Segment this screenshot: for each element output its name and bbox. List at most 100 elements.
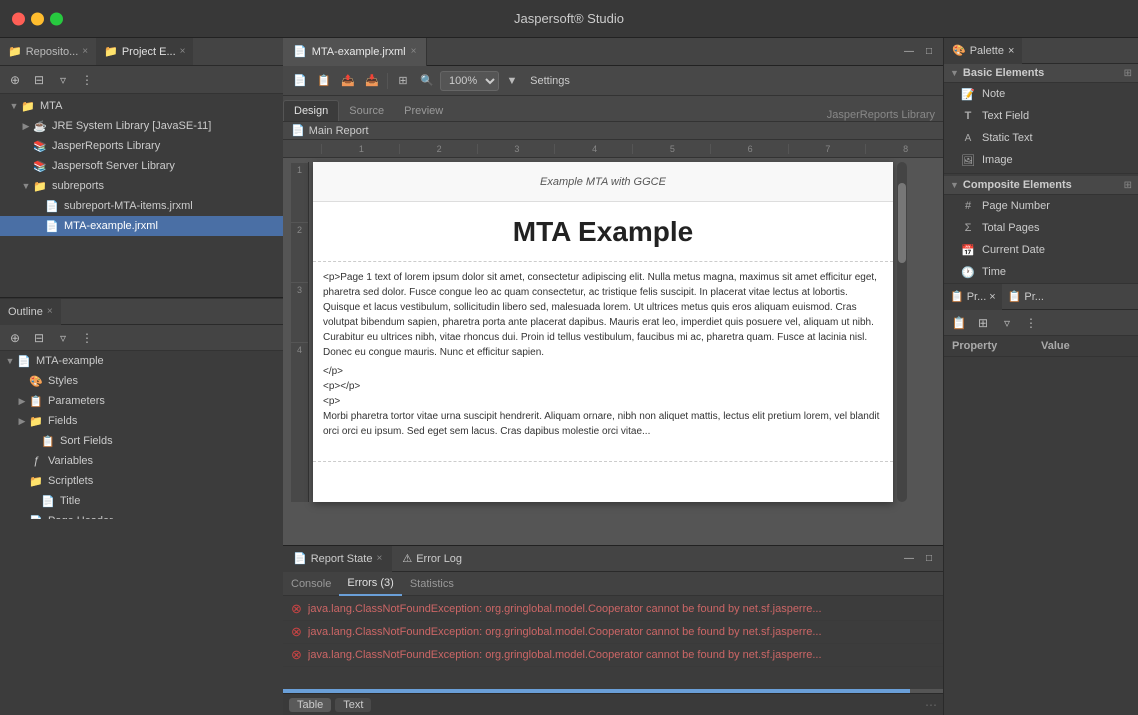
subreports-label: subreports [52, 180, 104, 192]
props-filter-btn[interactable]: ▿ [996, 312, 1018, 334]
fields-icon: 📁 [28, 413, 44, 429]
subreports-toggle: ▼ [20, 181, 32, 191]
project-label: Project E... [122, 46, 176, 58]
settings-btn[interactable]: Settings [525, 70, 575, 92]
palette-tab[interactable]: 🎨 Palette × [944, 38, 1022, 64]
tree-item-mta-example[interactable]: 📄 MTA-example.jrxml [0, 216, 283, 236]
bottom-panel: 📄 Report State × ⚠ Error Log — □ [283, 545, 943, 715]
props-toolbar: 📋 ⊞ ▿ ⋮ [944, 310, 1138, 336]
outline-filter-btn[interactable]: ▿ [52, 327, 74, 349]
outline-parameters[interactable]: ▶ 📋 Parameters [0, 391, 283, 411]
maximize-editor-btn[interactable]: □ [921, 44, 937, 60]
palette-item-total-pages[interactable]: Σ Total Pages [944, 217, 1138, 239]
editor-tab-active[interactable]: 📄 MTA-example.jrxml × [283, 38, 427, 66]
props-close-1[interactable]: × [989, 291, 995, 303]
tab-error-log[interactable]: ⚠ Error Log [392, 546, 472, 572]
parameters-icon: 📋 [28, 393, 44, 409]
minimize-editor-btn[interactable]: — [901, 44, 917, 60]
outline-more-btn[interactable]: ⋮ [76, 327, 98, 349]
zoom-dropdown-btn[interactable]: ▼ [501, 70, 523, 92]
bottom-sub-tabs-bar: Console Errors (3) Statistics [283, 572, 943, 596]
detail-text-3: <p></p> [323, 379, 883, 394]
tree-item-jaspersoft-lib[interactable]: 📚 Jaspersoft Server Library [0, 156, 283, 176]
tree-item-jasper-lib[interactable]: 📚 JasperReports Library [0, 136, 283, 156]
bottom-minimize-btn[interactable]: — [901, 551, 917, 567]
props-tab-1[interactable]: 📋 Pr... × [944, 284, 1002, 310]
traffic-light-red[interactable] [12, 12, 25, 25]
palette-close[interactable]: × [1008, 45, 1014, 57]
bottom-panel-tabs-bar: 📄 Report State × ⚠ Error Log — □ [283, 546, 943, 572]
palette-item-image[interactable]: 🖼 Image [944, 149, 1138, 171]
canvas-scrollbar[interactable] [897, 162, 907, 502]
new-btn[interactable]: ⊕ [4, 69, 26, 91]
note-icon: 📝 [960, 86, 976, 102]
jasperlib-icon: 📚 [32, 138, 48, 154]
palette-item-static-text[interactable]: A Static Text [944, 127, 1138, 149]
footer-tab-table[interactable]: Table [289, 698, 331, 712]
breadcrumb: 📄 Main Report [283, 122, 943, 140]
outline-tab[interactable]: Outline × [0, 299, 61, 325]
repo-close[interactable]: × [82, 46, 88, 57]
toolbar-btn-align[interactable]: ⊞ [392, 70, 414, 92]
editor-tab-close-btn[interactable]: × [411, 46, 417, 57]
outline-root[interactable]: ▼ 📄 MTA-example [0, 351, 283, 371]
mta-icon: 📁 [20, 98, 36, 114]
toolbar-btn-zoom-out[interactable]: 🔍 [416, 70, 438, 92]
outline-close[interactable]: × [47, 306, 53, 317]
tab-preview[interactable]: Preview [394, 101, 453, 121]
errors-label: Errors (3) [347, 577, 393, 589]
tab-report-state[interactable]: 📄 Report State × [283, 546, 392, 572]
sub-tab-console[interactable]: Console [283, 572, 339, 596]
bottom-maximize-btn[interactable]: □ [921, 551, 937, 567]
toolbar-btn-4[interactable]: 📥 [361, 70, 383, 92]
props-btn-2[interactable]: ⊞ [972, 312, 994, 334]
palette-item-note[interactable]: 📝 Note [944, 83, 1138, 105]
editor-toolbar: 📄 📋 📤 📥 ⊞ 🔍 50%75%100%125%150%200% ▼ Set… [283, 66, 943, 96]
table-label: Table [297, 699, 323, 711]
sub-tab-statistics[interactable]: Statistics [402, 572, 462, 596]
tree-item-subreports[interactable]: ▼ 📁 subreports [0, 176, 283, 196]
outline-sort-fields[interactable]: 📋 Sort Fields [0, 431, 283, 451]
tab-project-explorer[interactable]: 📁 Project E... × [96, 38, 193, 65]
props-panel: 📋 Pr... × 📋 Pr... 📋 ⊞ ▿ ⋮ Property Value [944, 283, 1138, 715]
detail-text-5: Morbi pharetra tortor vitae urna suscipi… [323, 409, 883, 439]
outline-new-btn[interactable]: ⊕ [4, 327, 26, 349]
props-tab-2[interactable]: 📋 Pr... [1002, 284, 1050, 310]
zoom-select[interactable]: 50%75%100%125%150%200% [440, 71, 499, 91]
tree-item-subreport-mta[interactable]: 📄 subreport-MTA-items.jrxml [0, 196, 283, 216]
outline-collapse-btn[interactable]: ⊟ [28, 327, 50, 349]
filter-btn[interactable]: ▿ [52, 69, 74, 91]
palette-item-text-field[interactable]: T Text Field [944, 105, 1138, 127]
traffic-light-green[interactable] [50, 12, 63, 25]
outline-variables[interactable]: ƒ Variables [0, 451, 283, 471]
tree-item-jre[interactable]: ▶ ☕ JRE System Library [JavaSE-11] [0, 116, 283, 136]
palette-item-time[interactable]: 🕐 Time [944, 261, 1138, 283]
sub-tab-errors[interactable]: Errors (3) [339, 572, 401, 596]
tab-repositories[interactable]: 📁 Reposito... × [0, 38, 96, 65]
footer-tab-text[interactable]: Text [335, 698, 371, 712]
report-state-close[interactable]: × [376, 553, 382, 564]
tab-source[interactable]: Source [339, 101, 394, 121]
palette-basic-header[interactable]: ▼ Basic Elements ⊞ [944, 64, 1138, 83]
more-btn[interactable]: ⋮ [76, 69, 98, 91]
props-more-btn[interactable]: ⋮ [1020, 312, 1042, 334]
tab-design[interactable]: Design [283, 100, 339, 121]
outline-page-header[interactable]: 📄 Page Header [0, 511, 283, 519]
tree-root-mta[interactable]: ▼ 📁 MTA [0, 96, 283, 116]
bottom-panel-controls: — □ [901, 551, 943, 567]
outline-fields[interactable]: ▶ 📁 Fields [0, 411, 283, 431]
collapse-btn[interactable]: ⊟ [28, 69, 50, 91]
canvas-wrapper[interactable]: 1 2 3 4 5 6 7 8 1 2 3 4 [283, 140, 943, 545]
toolbar-btn-3[interactable]: 📤 [337, 70, 359, 92]
palette-item-page-number[interactable]: # Page Number [944, 195, 1138, 217]
palette-composite-header[interactable]: ▼ Composite Elements ⊞ [944, 176, 1138, 195]
project-close[interactable]: × [180, 46, 186, 57]
toolbar-btn-1[interactable]: 📄 [289, 70, 311, 92]
palette-item-current-date[interactable]: 📅 Current Date [944, 239, 1138, 261]
outline-styles[interactable]: 🎨 Styles [0, 371, 283, 391]
outline-scriptlets[interactable]: 📁 Scriptlets [0, 471, 283, 491]
props-btn-1[interactable]: 📋 [948, 312, 970, 334]
traffic-light-yellow[interactable] [31, 12, 44, 25]
outline-title[interactable]: 📄 Title [0, 491, 283, 511]
toolbar-btn-2[interactable]: 📋 [313, 70, 335, 92]
